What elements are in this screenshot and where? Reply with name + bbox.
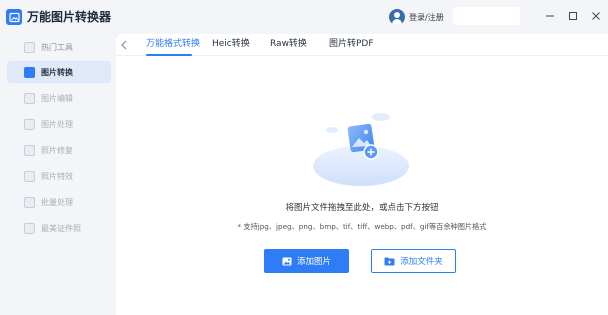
upload-illustration-icon (312, 110, 410, 190)
sidebar-item-label: 最美证件照 (41, 223, 81, 233)
drop-hint: 将图片文件拖拽至此处，或点击下方按钮 (285, 203, 439, 213)
folder-icon (384, 257, 395, 266)
photo-effects-icon (24, 170, 35, 182)
sidebar-item-image-process[interactable]: 图片处理 (7, 113, 111, 135)
sidebar-item-label: 照片特效 (41, 171, 73, 181)
login-button[interactable]: 登录/注册 (389, 8, 444, 26)
photo-repair-icon (24, 144, 35, 156)
title-bar: 万能图片转换器 登录/注册 (0, 0, 608, 34)
minimize-icon[interactable] (543, 9, 557, 23)
sidebar-item-photo-effects[interactable]: 照片特效 (7, 165, 111, 187)
active-tab-indicator (146, 54, 192, 56)
sidebar-item-id-photo[interactable]: 最美证件照 (7, 217, 111, 239)
app-logo-icon (6, 9, 22, 25)
sidebar-item-batch-process[interactable]: 批量处理 (7, 191, 111, 213)
sidebar-item-label: 图片处理 (41, 119, 73, 129)
batch-process-icon (24, 196, 35, 208)
image-icon (282, 257, 292, 266)
tab-image-to-pdf[interactable]: 图片转PDF (329, 37, 374, 51)
app-window: 万能图片转换器 登录/注册 热门工具 图片转换 图片编辑 图片处理 照片修复 照… (0, 0, 608, 315)
id-photo-icon (24, 222, 35, 234)
sidebar-item-label: 图片编辑 (41, 93, 73, 103)
add-folder-button[interactable]: 添加文件夹 (371, 249, 456, 273)
sidebar: 热门工具 图片转换 图片编辑 图片处理 照片修复 照片特效 批量处理 最美证件照 (0, 34, 116, 315)
supported-formats: * 支持jpg、jpeg、png、bmp、tif、tiff、webp、pdf、g… (237, 222, 487, 231)
close-icon[interactable] (589, 9, 603, 23)
back-chevron-icon[interactable] (119, 39, 129, 51)
image-convert-icon (24, 66, 35, 78)
add-image-button[interactable]: 添加图片 (264, 249, 349, 273)
tab-universal-format[interactable]: 万能格式转换 (146, 37, 200, 51)
sidebar-item-photo-repair[interactable]: 照片修复 (7, 139, 111, 161)
search-box[interactable] (453, 7, 520, 25)
login-label: 登录/注册 (409, 12, 444, 22)
add-folder-label: 添加文件夹 (400, 257, 443, 267)
sidebar-item-label: 图片转换 (41, 67, 73, 77)
sidebar-item-image-edit[interactable]: 图片编辑 (7, 87, 111, 109)
sidebar-item-label: 热门工具 (41, 42, 73, 52)
sidebar-item-image-convert[interactable]: 图片转换 (7, 61, 111, 83)
add-image-label: 添加图片 (296, 257, 331, 267)
image-edit-icon (24, 92, 35, 104)
sidebar-item-label: 批量处理 (41, 197, 73, 207)
image-process-icon (24, 118, 35, 130)
tab-heic[interactable]: Heic转换 (212, 37, 250, 51)
sidebar-item-hot-tools[interactable]: 热门工具 (7, 36, 111, 58)
user-avatar-icon (389, 9, 405, 25)
main-panel: 万能格式转换 Heic转换 Raw转换 图片转PDF 将图片文件拖拽至此处，或点… (116, 34, 608, 315)
sidebar-item-label: 照片修复 (41, 145, 73, 155)
tab-raw[interactable]: Raw转换 (270, 37, 307, 51)
tab-bar: 万能格式转换 Heic转换 Raw转换 图片转PDF (116, 34, 608, 56)
maximize-icon[interactable] (566, 9, 580, 23)
app-title: 万能图片转换器 (27, 10, 112, 24)
hot-tools-icon (24, 41, 35, 53)
